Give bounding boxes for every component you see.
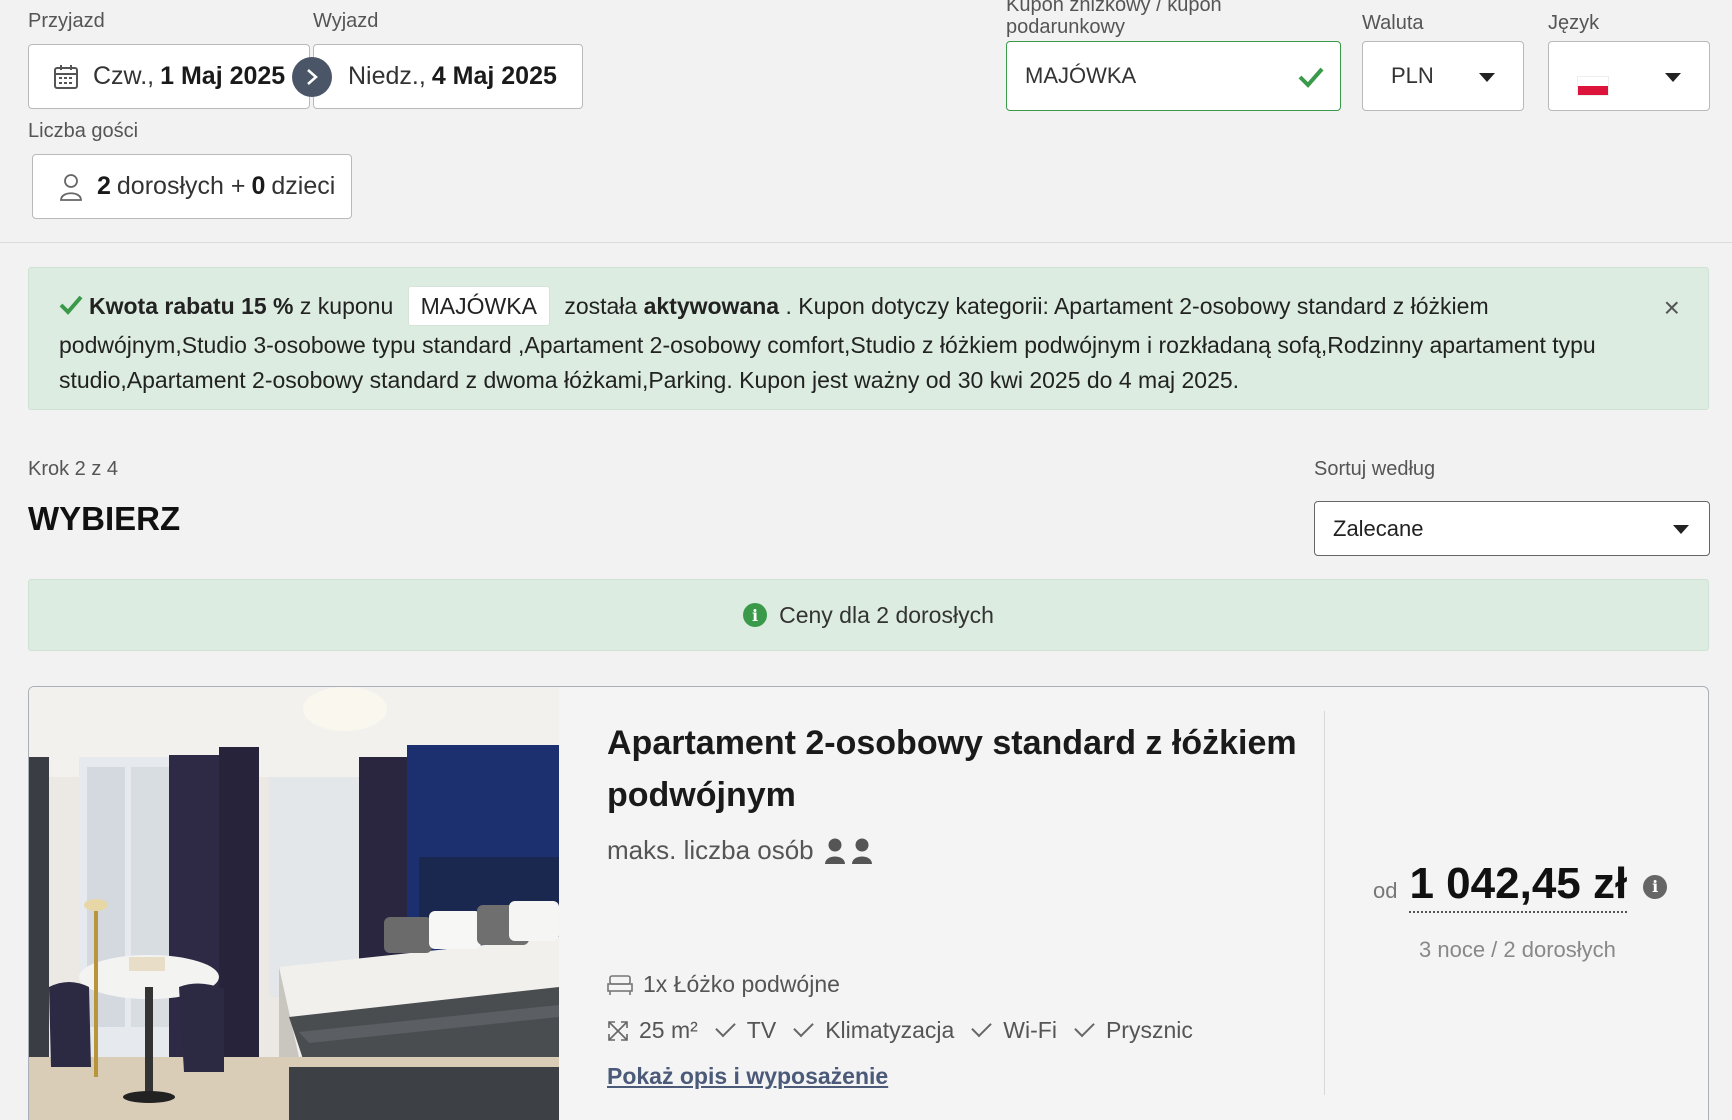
check-icon: [1074, 1016, 1095, 1037]
amenity-ac: Klimatyzacja: [793, 1016, 954, 1044]
check-icon: [715, 1016, 736, 1037]
amenity-tv: TV: [715, 1016, 776, 1044]
sort-select[interactable]: Zalecane: [1314, 501, 1710, 556]
room-card: Apartament 2-osobowy standard z łóżkiem …: [28, 686, 1709, 1120]
alert-coupon-chip: MAJÓWKA: [407, 286, 550, 326]
chevron-right-icon: [292, 57, 332, 97]
prices-info-bar: i Ceny dla 2 dorosłych: [28, 579, 1709, 651]
departure-day: Niedz.,: [348, 62, 426, 90]
adults-count: 2: [97, 172, 111, 200]
alert-activated: aktywowana: [643, 293, 780, 320]
price-block: od 1 042,45 zł i: [1373, 857, 1668, 913]
card-divider: [1324, 711, 1325, 1095]
check-icon: [971, 1016, 993, 1037]
room-price: 1 042,45 zł: [1409, 857, 1628, 913]
currency-label: Waluta: [1362, 12, 1424, 34]
person-icon: [824, 838, 845, 864]
info-icon: i: [743, 603, 768, 627]
bed-info: 1x Łóżko podwójne: [607, 971, 840, 998]
arrival-label: Przyjazd: [28, 10, 105, 32]
alert-text-1: z kuponu: [299, 293, 394, 320]
price-note: 3 noce / 2 dorosłych: [1419, 937, 1616, 962]
checkmark-icon: [1298, 67, 1324, 88]
check-icon: [793, 1016, 814, 1037]
price-info-icon[interactable]: i: [1643, 874, 1668, 899]
show-details-link[interactable]: Pokaż opis i wyposażenie: [607, 1063, 888, 1090]
language-select[interactable]: [1548, 41, 1710, 111]
user-icon: [60, 173, 82, 201]
caret-down-icon: [1673, 525, 1689, 534]
departure-date: 4 Maj 2025: [431, 62, 557, 90]
guests-field[interactable]: 2 dorosłych + 0 dzieci: [32, 154, 352, 219]
page-title: WYBIERZ: [28, 500, 181, 537]
alert-text-2: została: [564, 293, 638, 320]
room-title[interactable]: Apartament 2-osobowy standard z łóżkiem …: [607, 717, 1297, 821]
adults-text: dorosłych +: [116, 172, 246, 200]
bed-icon: [607, 974, 633, 995]
departure-date-field[interactable]: Niedz., 4 Maj 2025: [313, 44, 583, 109]
arrival-date: 1 Maj 2025: [160, 62, 286, 90]
arrival-date-field[interactable]: Czw., 1 Maj 2025: [28, 44, 310, 109]
coupon-label: Kupon zniżkowy / kupon podarunkowy: [1006, 0, 1222, 38]
caret-down-icon: [1665, 73, 1681, 82]
checkmark-icon: [59, 295, 83, 316]
coupon-value: MAJÓWKA: [1025, 63, 1137, 88]
sort-value: Zalecane: [1333, 515, 1424, 541]
calendar-icon: [54, 64, 78, 89]
header-divider: [0, 242, 1732, 243]
step-label: Krok 2 z 4: [28, 458, 119, 480]
guests-label: Liczba gości: [28, 120, 139, 142]
coupon-alert: Kwota rabatu 15 % z kuponu MAJÓWKA zosta…: [28, 267, 1709, 410]
currency-value: PLN: [1391, 63, 1434, 88]
expand-icon: [608, 1020, 628, 1041]
children-count: 0: [251, 172, 266, 200]
departure-label: Wyjazd: [313, 10, 379, 32]
currency-select[interactable]: PLN: [1362, 41, 1524, 111]
language-label: Język: [1548, 12, 1600, 34]
person-icon: [851, 838, 872, 864]
amenity-shower: Prysznic: [1074, 1016, 1193, 1044]
max-persons: maks. liczba osób: [607, 835, 873, 866]
room-features: 25 m² TV Klimatyzacja Wi-Fi Prysznic: [607, 1016, 1215, 1044]
poland-flag-icon: [1577, 76, 1609, 96]
close-icon[interactable]: ×: [1664, 290, 1680, 325]
area-feature: 25 m²: [607, 1017, 698, 1044]
arrival-day: Czw.,: [93, 62, 155, 90]
prices-info-text: Ceny dla 2 dorosłych: [779, 601, 994, 628]
alert-discount: Kwota rabatu 15 %: [89, 293, 294, 320]
room-photo[interactable]: [29, 687, 559, 1120]
price-prefix: od: [1373, 878, 1398, 903]
caret-down-icon: [1479, 73, 1495, 82]
amenity-wifi: Wi-Fi: [971, 1016, 1057, 1044]
sort-label: Sortuj według: [1314, 458, 1436, 480]
coupon-input[interactable]: MAJÓWKA: [1006, 41, 1341, 111]
children-text: dzieci: [271, 172, 336, 200]
